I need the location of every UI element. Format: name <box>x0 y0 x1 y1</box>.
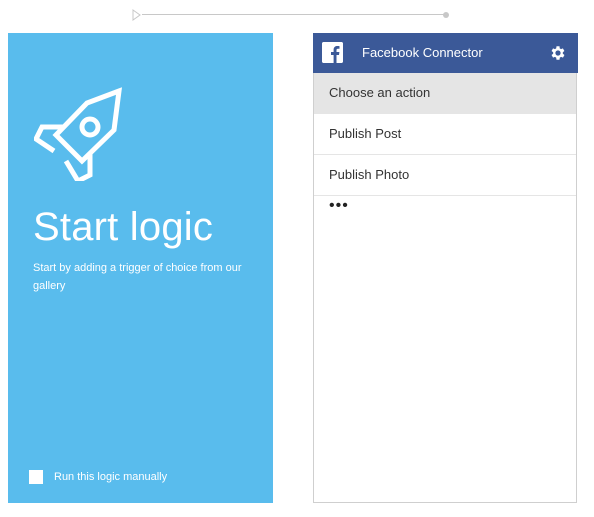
more-actions-button[interactable]: ••• <box>329 198 349 214</box>
start-logic-card[interactable]: Start logic Start by adding a trigger of… <box>8 33 273 503</box>
connector-header: Facebook Connector <box>313 33 578 73</box>
connector-endpoint <box>443 12 449 18</box>
rocket-icon <box>32 87 128 185</box>
run-manually-row[interactable]: Run this logic manually <box>29 469 167 485</box>
run-manually-checkbox[interactable] <box>29 470 43 484</box>
facebook-icon <box>322 42 343 63</box>
start-logic-description: Start by adding a trigger of choice from… <box>33 262 242 292</box>
facebook-connector-card: Facebook Connector Choose an action Publ… <box>313 33 578 503</box>
flow-connector <box>132 9 450 21</box>
gear-icon[interactable] <box>549 44 567 62</box>
action-publish-post[interactable]: Publish Post <box>314 114 576 155</box>
action-publish-photo[interactable]: Publish Photo <box>314 155 576 196</box>
action-list: Choose an action Publish Post Publish Ph… <box>314 73 576 196</box>
connector-line <box>142 14 444 15</box>
start-logic-title: Start logic <box>33 205 214 249</box>
run-manually-label[interactable]: Run this logic manually <box>54 471 167 483</box>
connector-title: Facebook Connector <box>362 45 483 60</box>
choose-action-header: Choose an action <box>314 73 576 114</box>
